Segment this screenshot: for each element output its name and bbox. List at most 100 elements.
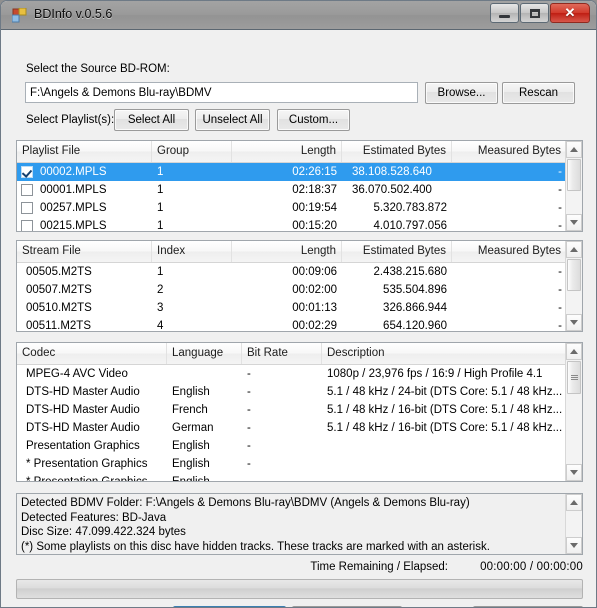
cell-length: 00:15:20 xyxy=(292,220,337,232)
row-checkbox[interactable] xyxy=(21,202,33,214)
column-header-bit-rate[interactable]: Bit Rate xyxy=(242,343,322,364)
scrollbar-thumb[interactable] xyxy=(567,159,581,191)
app-icon xyxy=(11,7,27,23)
codec-table[interactable]: Codec Language Bit Rate Description MPEG… xyxy=(16,342,583,482)
stream-table-body: 00505.M2TS 1 00:09:06 2.438.215.680 - 00… xyxy=(17,263,582,332)
cell-codec: DTS-HD Master Audio xyxy=(26,386,140,398)
scroll-up-icon[interactable] xyxy=(566,343,582,360)
scroll-down-icon[interactable] xyxy=(566,464,582,481)
cell-estimated-bytes: 4.010.797.056 xyxy=(373,220,447,232)
info-line-hidden-tracks: (*) Some playlists on this disc have hid… xyxy=(21,540,490,553)
scroll-up-icon[interactable] xyxy=(566,241,582,258)
title-bar: BDInfo v.0.5.6 ✕ xyxy=(1,1,596,30)
column-header-measured-bytes[interactable]: Measured Bytes xyxy=(452,241,567,262)
table-row[interactable]: MPEG-4 AVC Video - 1080p / 23,976 fps / … xyxy=(17,365,582,383)
scrollbar-thumb[interactable] xyxy=(567,361,581,394)
info-scrollbar[interactable] xyxy=(565,494,582,554)
cell-index: 2 xyxy=(157,284,164,296)
column-header-language[interactable]: Language xyxy=(167,343,242,364)
table-row[interactable]: 00507.M2TS 2 00:02:00 535.504.896 - xyxy=(17,281,582,299)
cell-description: 1080p / 23,976 fps / 16:9 / High Profile… xyxy=(327,368,543,380)
table-row[interactable]: 00510.M2TS 3 00:01:13 326.866.944 - xyxy=(17,299,582,317)
table-row[interactable]: DTS-HD Master Audio German - 5.1 / 48 kH… xyxy=(17,419,582,437)
scroll-up-icon[interactable] xyxy=(566,141,582,158)
cell-codec: DTS-HD Master Audio xyxy=(26,404,140,416)
cell-stream-file: 00510.M2TS xyxy=(26,302,92,314)
column-header-playlist-file[interactable]: Playlist File xyxy=(17,141,152,162)
cell-language: English xyxy=(172,458,210,470)
cell-playlist-file: 00001.MPLS xyxy=(40,184,107,196)
cell-codec: * Presentation Graphics xyxy=(26,476,148,482)
cell-description: 5.1 / 48 kHz / 16-bit (DTS Core: 5.1 / 4… xyxy=(327,404,563,416)
table-row[interactable]: * Presentation Graphics English - xyxy=(17,455,582,473)
table-row[interactable]: Presentation Graphics English - xyxy=(17,437,582,455)
cell-length: 00:19:54 xyxy=(292,202,337,214)
unselect-all-button[interactable]: Unselect All xyxy=(195,109,270,131)
column-header-measured-bytes[interactable]: Measured Bytes xyxy=(452,141,567,162)
cell-description: 5.1 / 48 kHz / 16-bit (DTS Core: 5.1 / 4… xyxy=(327,422,563,434)
maximize-button[interactable] xyxy=(520,3,549,23)
row-checkbox[interactable] xyxy=(21,184,33,196)
codec-table-header: Codec Language Bit Rate Description xyxy=(17,343,582,365)
playlist-table[interactable]: Playlist File Group Length Estimated Byt… xyxy=(16,140,583,232)
scroll-down-icon[interactable] xyxy=(566,537,582,554)
custom-button[interactable]: Custom... xyxy=(277,109,350,131)
cell-measured-bytes: - xyxy=(558,284,562,296)
cell-language: German xyxy=(172,422,214,434)
cell-bit-rate: - xyxy=(247,422,251,434)
row-checkbox[interactable] xyxy=(21,220,33,231)
stream-table[interactable]: Stream File Index Length Estimated Bytes… xyxy=(16,240,583,332)
rescan-button[interactable]: Rescan xyxy=(502,82,575,104)
cell-language: English xyxy=(172,440,210,452)
playlist-select-label: Select Playlist(s): xyxy=(26,114,115,126)
table-row[interactable]: 00002.MPLS 1 02:26:15 38.108.528.640 - xyxy=(17,163,582,181)
table-row[interactable]: DTS-HD Master Audio English - 5.1 / 48 k… xyxy=(17,383,582,401)
cell-stream-file: 00507.M2TS xyxy=(26,284,92,296)
scroll-down-icon[interactable] xyxy=(566,214,582,231)
table-row[interactable]: 00505.M2TS 1 00:09:06 2.438.215.680 - xyxy=(17,263,582,281)
column-header-length[interactable]: Length xyxy=(232,141,342,162)
table-row[interactable]: 00001.MPLS 1 02:18:37 36.070.502.400 - xyxy=(17,181,582,199)
table-row[interactable]: 00511.M2TS 4 00:02:29 654.120.960 - xyxy=(17,317,582,332)
column-header-description[interactable]: Description xyxy=(322,343,567,364)
cell-codec: MPEG-4 AVC Video xyxy=(26,368,128,380)
cell-index: 3 xyxy=(157,302,164,314)
browse-button[interactable]: Browse... xyxy=(425,82,498,104)
playlist-scrollbar[interactable] xyxy=(565,141,582,231)
codec-scrollbar[interactable] xyxy=(565,343,582,481)
scroll-down-icon[interactable] xyxy=(566,314,582,331)
column-header-length[interactable]: Length xyxy=(232,241,342,262)
column-header-stream-file[interactable]: Stream File xyxy=(17,241,152,262)
column-header-codec[interactable]: Codec xyxy=(17,343,167,364)
row-checkbox[interactable] xyxy=(21,166,33,178)
source-path-input[interactable] xyxy=(25,82,418,103)
select-all-button[interactable]: Select All xyxy=(114,109,189,131)
disc-info-box[interactable]: Detected BDMV Folder: F:\Angels & Demons… xyxy=(16,493,583,555)
scrollbar-thumb[interactable] xyxy=(567,259,581,291)
cell-bit-rate: - xyxy=(247,368,251,380)
table-row[interactable]: DTS-HD Master Audio French - 5.1 / 48 kH… xyxy=(17,401,582,419)
cell-group: 1 xyxy=(157,220,164,232)
maximize-icon xyxy=(521,4,548,22)
stream-scrollbar[interactable] xyxy=(565,241,582,331)
bdinfo-window: BDInfo v.0.5.6 ✕ Select the Source BD-RO… xyxy=(0,0,597,608)
cell-playlist-file: 00215.MPLS xyxy=(40,220,107,232)
column-header-index[interactable]: Index xyxy=(152,241,232,262)
cell-language xyxy=(167,365,242,383)
table-row[interactable]: * Presentation Graphics English - xyxy=(17,473,582,482)
column-header-group[interactable]: Group xyxy=(152,141,232,162)
info-line-disc-size: Disc Size: 47.099.422.324 bytes xyxy=(21,526,186,538)
cell-measured-bytes: - xyxy=(558,202,562,214)
table-row[interactable]: 00257.MPLS 1 00:19:54 5.320.783.872 - xyxy=(17,199,582,217)
column-header-estimated-bytes[interactable]: Estimated Bytes xyxy=(342,141,452,162)
column-header-estimated-bytes[interactable]: Estimated Bytes xyxy=(342,241,452,262)
cell-estimated-bytes: 326.866.944 xyxy=(383,302,447,314)
cell-stream-file: 00505.M2TS xyxy=(26,266,92,278)
minimize-button[interactable] xyxy=(490,3,519,23)
table-row[interactable]: 00215.MPLS 1 00:15:20 4.010.797.056 - xyxy=(17,217,582,232)
close-button[interactable]: ✕ xyxy=(550,3,590,23)
stream-table-header: Stream File Index Length Estimated Bytes… xyxy=(17,241,582,263)
scroll-up-icon[interactable] xyxy=(566,494,582,511)
cell-index: 4 xyxy=(157,320,164,332)
time-remaining-label: Time Remaining / Elapsed: xyxy=(310,561,448,573)
